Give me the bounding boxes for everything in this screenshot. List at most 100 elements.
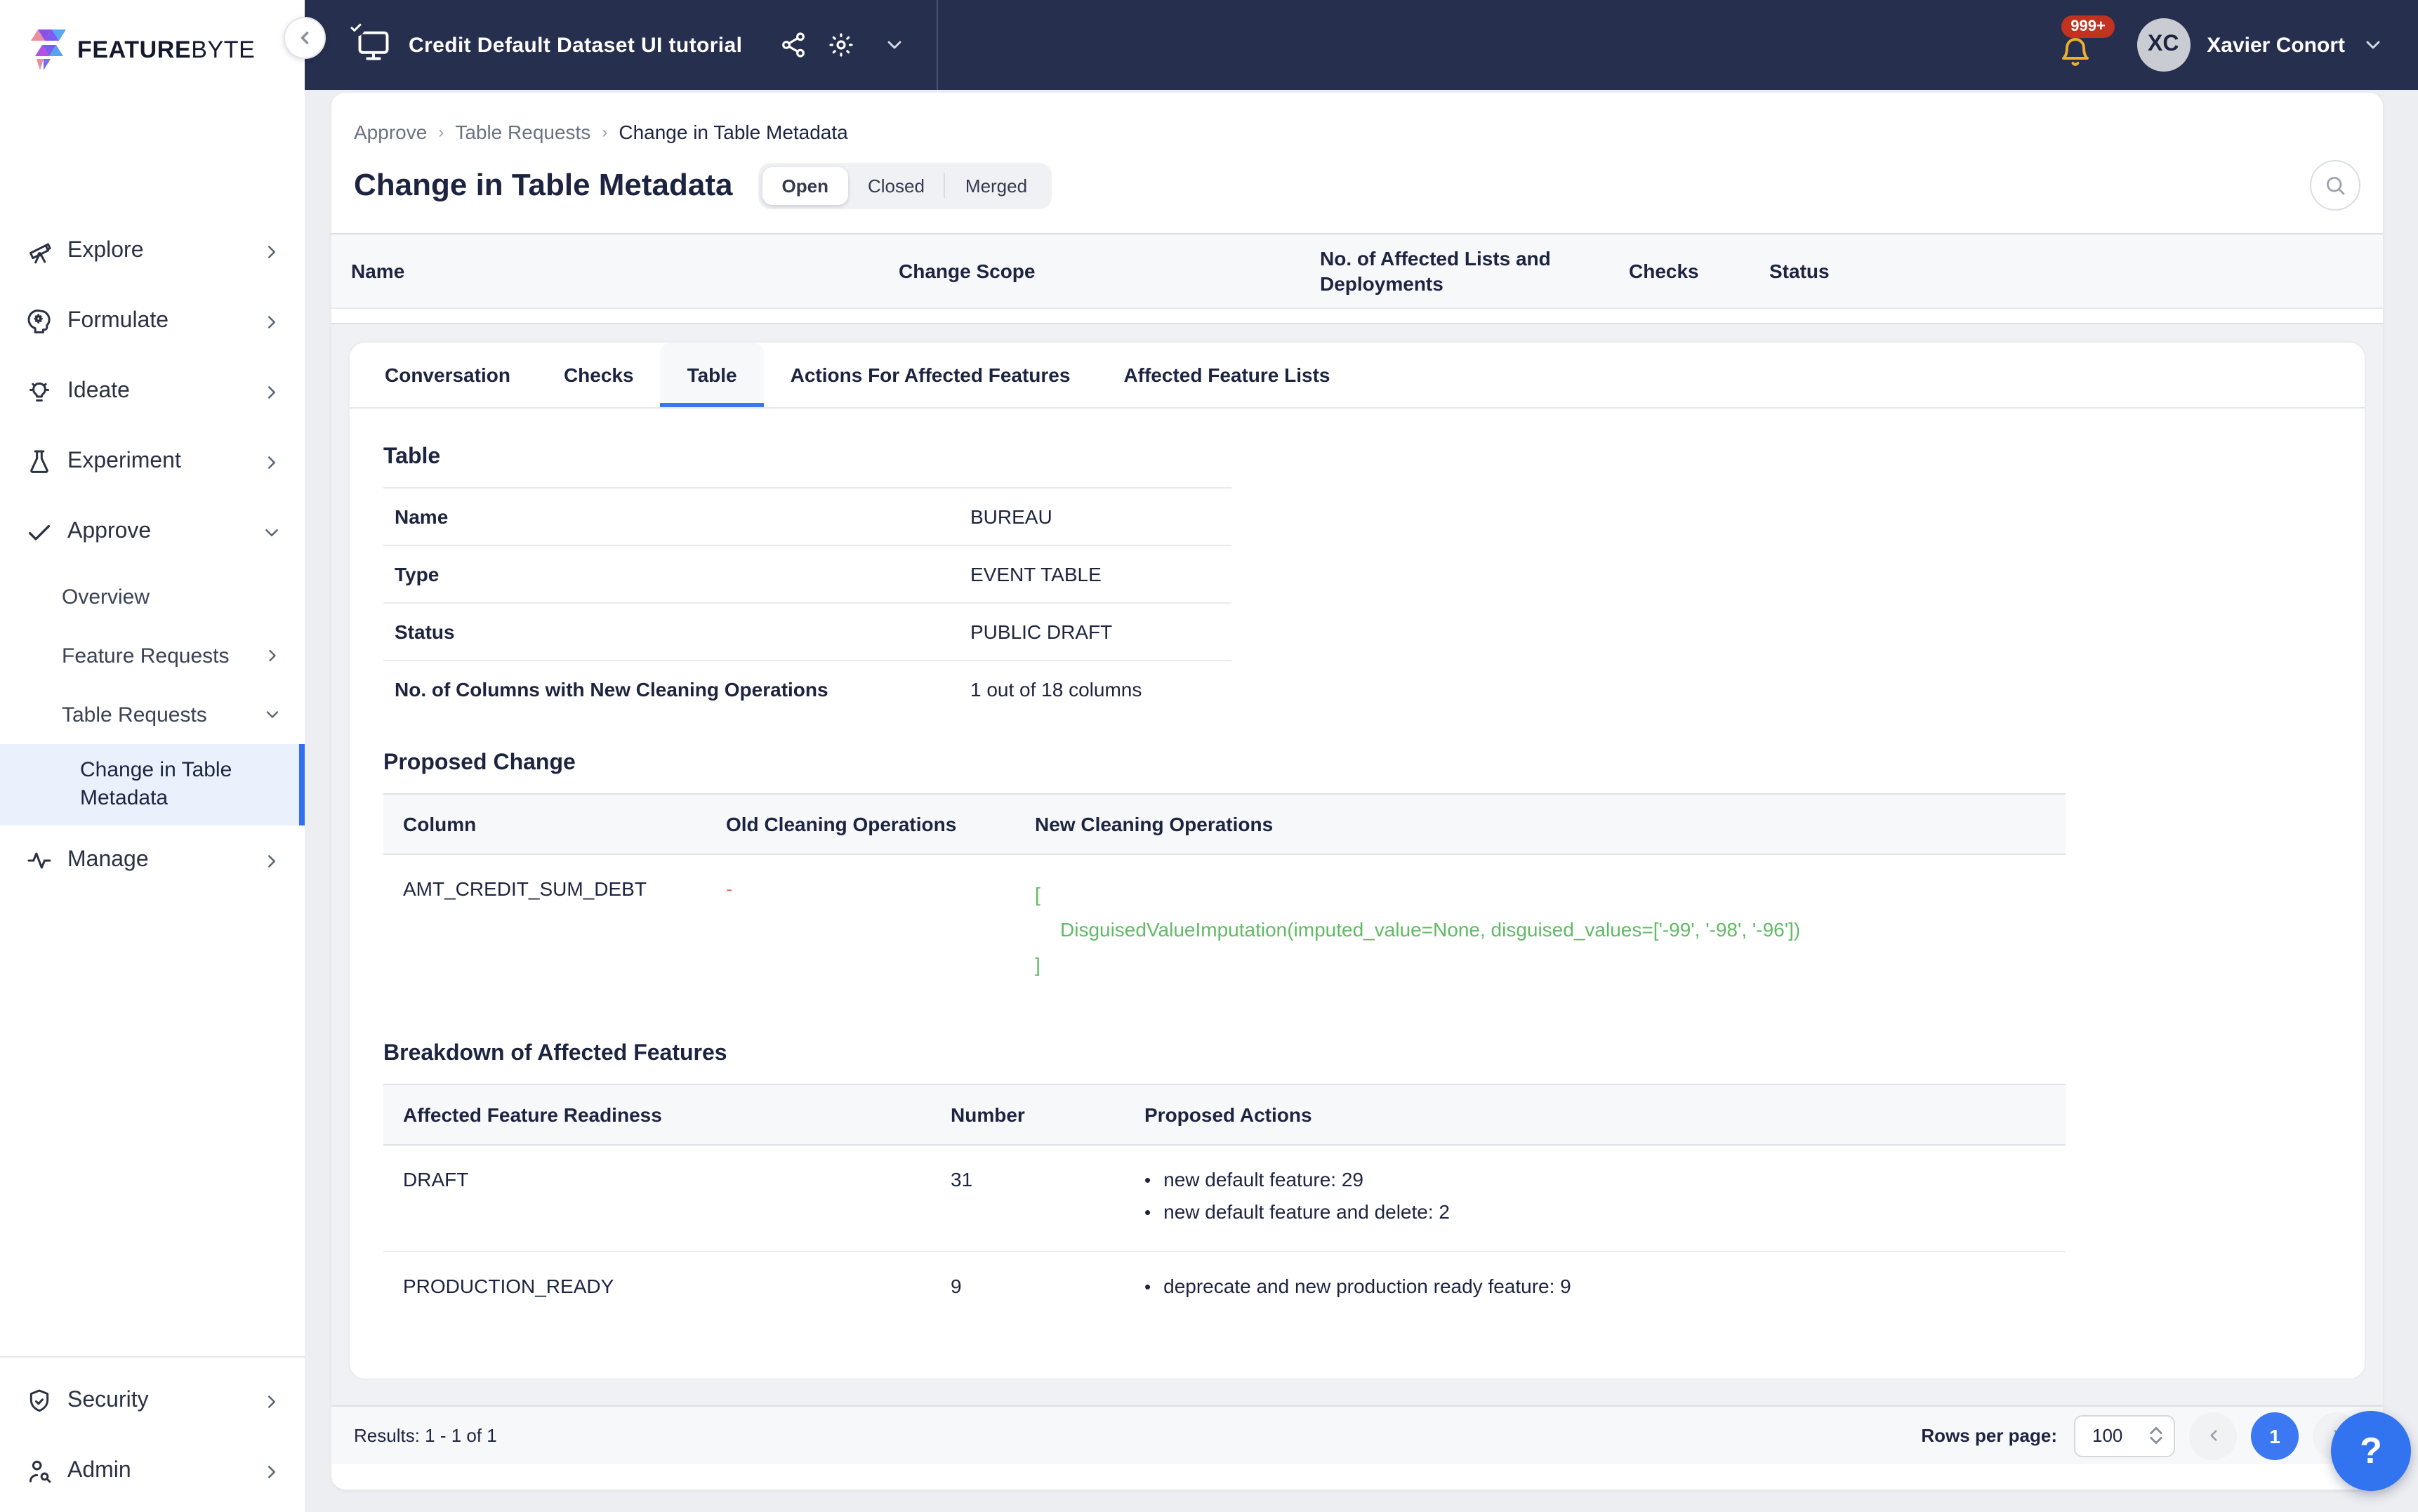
sidebar-item-feature-requests[interactable]: Feature Requests <box>0 626 305 685</box>
sidebar-item-change-in-table-metadata[interactable]: Change in Table Metadata <box>0 744 305 825</box>
sidebar-item-ideate[interactable]: Ideate <box>0 357 305 427</box>
column-header-status: Status <box>1769 260 1830 282</box>
readiness-cell: DRAFT <box>403 1168 469 1191</box>
tab-affected-feature-lists[interactable]: Affected Feature Lists <box>1097 343 1356 407</box>
search-button[interactable] <box>2310 160 2360 211</box>
proposed-actions-cell: • deprecate and new production ready feat… <box>1144 1275 2046 1300</box>
request-detail-card: Conversation Checks Table Actions For Af… <box>348 341 2366 1380</box>
sidebar-item-explore[interactable]: Explore <box>0 216 305 286</box>
number-cell: 9 <box>951 1275 962 1297</box>
sidebar-item-label: Ideate <box>67 379 130 403</box>
card-bottom-padding <box>331 1464 2383 1490</box>
chevron-right-icon <box>268 854 275 867</box>
request-table-header: Name Change Scope No. of Affected Lists … <box>331 233 2383 309</box>
sidebar-bottom-section: Security Admin <box>0 1356 305 1512</box>
number-cell: 31 <box>951 1168 973 1191</box>
chevron-right-icon <box>268 245 275 258</box>
project-switcher[interactable]: Credit Default Dataset UI tutorial <box>305 18 905 63</box>
previous-page-button[interactable] <box>2189 1412 2237 1459</box>
column-header-column: Column <box>403 813 477 835</box>
bell-icon <box>2061 38 2089 66</box>
proposed-action: new default feature and delete: 2 <box>1163 1200 1450 1223</box>
table-info-row: Type EVENT TABLE <box>383 545 1231 602</box>
chevron-down-icon <box>265 529 278 536</box>
breadcrumb-table-requests[interactable]: Table Requests <box>455 121 590 143</box>
sidebar-item-label: Experiment <box>67 449 181 473</box>
detail-tabs: Conversation Checks Table Actions For Af… <box>350 343 2365 409</box>
chevron-right-icon <box>268 385 275 398</box>
tab-checks[interactable]: Checks <box>537 343 661 407</box>
app-viewport: FEATUREBYTE Explore Formulate Ideate Exp… <box>0 0 2418 1512</box>
tab-conversation[interactable]: Conversation <box>358 343 537 407</box>
filter-closed-button[interactable]: Closed <box>848 166 944 204</box>
column-name-cell: AMT_CREDIT_SUM_DEBT <box>403 877 647 900</box>
code-bracket-open: [ <box>1035 883 1040 906</box>
chevron-right-icon <box>268 1395 275 1407</box>
proposed-action: new default feature: 29 <box>1163 1168 1363 1191</box>
head-gear-icon <box>27 309 51 333</box>
lightbulb-icon <box>29 382 49 402</box>
filter-open-button[interactable]: Open <box>762 166 848 204</box>
flask-icon <box>30 450 48 473</box>
chevron-right-icon <box>268 315 275 328</box>
chevron-down-icon[interactable] <box>2362 34 2384 56</box>
filter-merged-button[interactable]: Merged <box>946 166 1047 204</box>
share-icon[interactable] <box>779 31 807 59</box>
column-header-checks: Checks <box>1629 260 1699 282</box>
bullet-dot: • <box>1144 1276 1151 1297</box>
sidebar: FEATUREBYTE Explore Formulate Ideate Exp… <box>0 0 326 1512</box>
table-info-row: No. of Columns with New Cleaning Operati… <box>383 660 1231 717</box>
request-table-row[interactable] <box>331 309 2383 323</box>
featurebyte-logo: FEATUREBYTE <box>0 0 305 81</box>
sidebar-item-label: Security <box>67 1388 149 1412</box>
sidebar-item-manage[interactable]: Manage <box>0 825 305 896</box>
telescope-icon <box>29 243 51 264</box>
page-title: Change in Table Metadata <box>354 167 733 202</box>
table-info-list: Name BUREAU Type EVENT TABLE Status PUBL… <box>383 487 1231 717</box>
avatar[interactable]: XC <box>2136 18 2191 72</box>
breadcrumb-current: Change in Table Metadata <box>619 121 848 143</box>
bullet-dot: • <box>1144 1169 1151 1191</box>
help-button[interactable]: ? <box>2331 1411 2411 1491</box>
gear-icon[interactable] <box>826 31 854 59</box>
tab-actions-for-affected-features[interactable]: Actions For Affected Features <box>764 343 1097 407</box>
rows-per-page-select[interactable]: 100 <box>2074 1414 2175 1457</box>
sidebar-item-approve[interactable]: Approve <box>0 497 305 567</box>
breadcrumb-separator: › <box>438 122 444 142</box>
breadcrumb-approve[interactable]: Approve <box>354 121 427 143</box>
sidebar-item-experiment[interactable]: Experiment <box>0 427 305 497</box>
logo-feature: FEATURE <box>77 37 192 63</box>
column-header-affected-feature-readiness: Affected Feature Readiness <box>403 1103 662 1126</box>
tab-table[interactable]: Table <box>660 343 764 407</box>
sidebar-item-security[interactable]: Security <box>0 1366 305 1436</box>
breakdown-row-production-ready: PRODUCTION_READY 9 • deprecate and new pr… <box>383 1252 2066 1325</box>
topbar: Credit Default Dataset UI tutorial 999+ … <box>305 0 2418 90</box>
sidebar-item-table-requests[interactable]: Table Requests <box>0 685 305 744</box>
user-search-icon <box>29 1460 51 1483</box>
sidebar-subitem-label: Feature Requests <box>62 644 230 668</box>
page-1-button[interactable]: 1 <box>2251 1412 2299 1459</box>
breadcrumb: Approve › Table Requests › Change in Tab… <box>331 93 2383 143</box>
results-count: Results: 1 - 1 of 1 <box>354 1425 497 1446</box>
sidebar-item-formulate[interactable]: Formulate <box>0 286 305 357</box>
chevron-left-icon <box>300 32 309 44</box>
column-header-old-cleaning-operations: Old Cleaning Operations <box>726 813 957 835</box>
column-header-name: Name <box>351 260 405 282</box>
select-stepper-icon <box>2150 1426 2162 1445</box>
cleaning-operation-code: DisguisedValueImputation(imputed_value=N… <box>1060 918 1801 941</box>
column-header-new-cleaning-operations: New Cleaning Operations <box>1035 813 1274 835</box>
featurebyte-logo-icon <box>31 29 66 70</box>
breakdown-table: Affected Feature Readiness Number Propos… <box>383 1084 2066 1325</box>
chevron-right-icon <box>269 649 276 662</box>
sidebar-item-admin[interactable]: Admin <box>0 1436 305 1506</box>
sidebar-collapse-button[interactable] <box>284 17 326 59</box>
chevron-right-icon <box>268 456 275 468</box>
sidebar-item-overview[interactable]: Overview <box>0 567 305 626</box>
state-filter-segmented-control: Open Closed Merged <box>758 162 1052 208</box>
code-bracket-close: ] <box>1035 953 1040 976</box>
main-content-card: Approve › Table Requests › Change in Tab… <box>331 93 2383 1490</box>
proposed-change-heading: Proposed Change <box>383 751 576 775</box>
chevron-down-icon[interactable] <box>883 34 905 56</box>
notifications-button[interactable]: 999+ <box>2058 15 2115 69</box>
readiness-cell: PRODUCTION_READY <box>403 1275 614 1297</box>
